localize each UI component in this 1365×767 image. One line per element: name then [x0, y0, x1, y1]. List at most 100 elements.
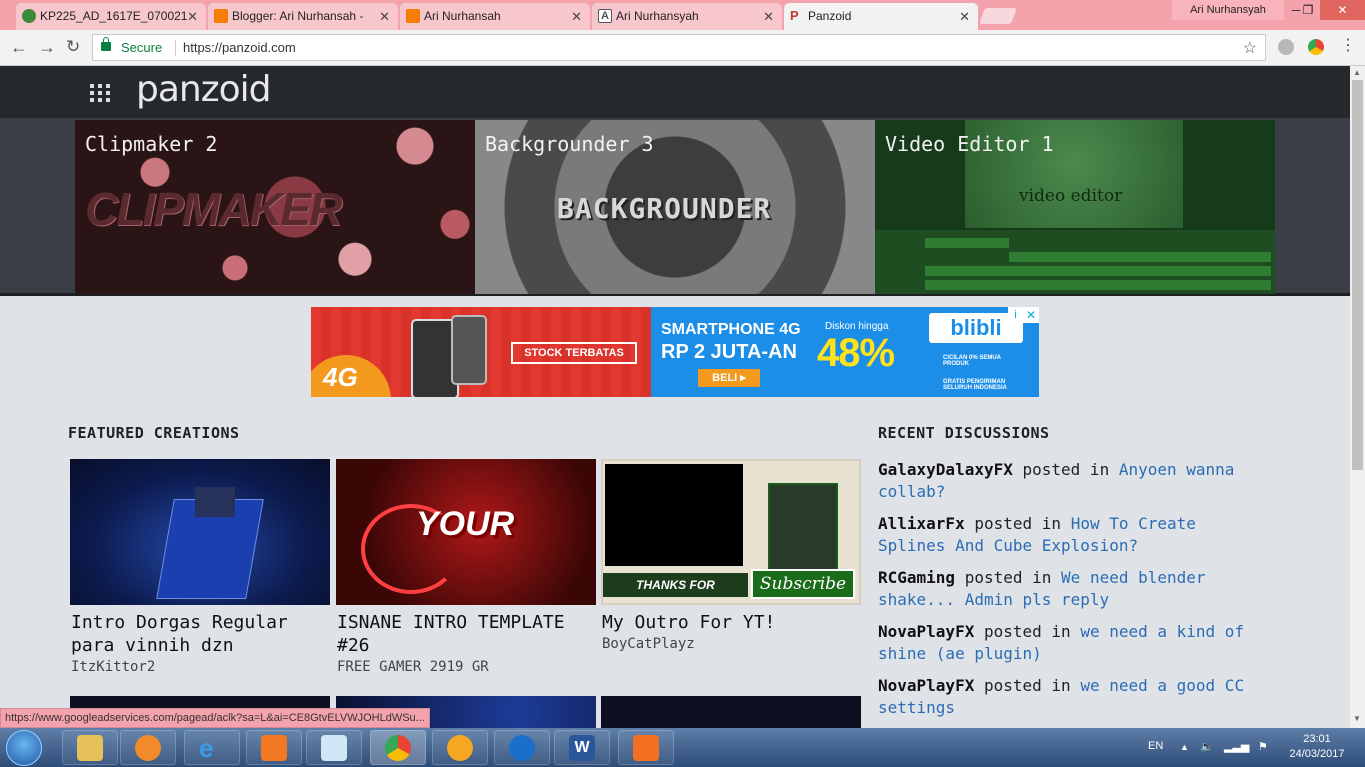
language-indicator[interactable]: EN	[1148, 740, 1163, 752]
notepad-icon	[321, 735, 347, 761]
clipmaker-art-text: CLIPMAKER	[85, 183, 342, 235]
taskbar-app-pdf[interactable]	[618, 730, 674, 765]
ad-discount-value: 48%	[817, 331, 895, 375]
taskbar-app-internet-explorer[interactable]: e	[184, 730, 240, 765]
ad-feature: GRATIS PENGIRIMAN SELURUH INDONESIA	[943, 379, 1008, 391]
creation-thumbnail[interactable]: THANKS FOR WATCHING! Subscribe	[601, 459, 861, 605]
discussions-heading: RECENT DISCUSSIONS	[878, 424, 1050, 442]
taskbar-app-word[interactable]: W	[554, 730, 610, 765]
thumbnail-video-area	[605, 464, 743, 566]
new-tab-button[interactable]	[979, 8, 1017, 24]
media-player-icon	[135, 735, 161, 761]
taskbar-app-notepad[interactable]	[306, 730, 362, 765]
close-tab-icon[interactable]: ✕	[571, 3, 582, 30]
creation-title[interactable]: ISNANE INTRO TEMPLATE #26	[337, 611, 595, 657]
ad-close-icon[interactable]: ✕	[1023, 307, 1039, 323]
panzoid-favicon-icon: P	[790, 8, 799, 23]
ad-phone-image	[451, 315, 487, 385]
chrome-extension-icon[interactable]	[1308, 39, 1324, 55]
taskbar-app-xampp[interactable]	[246, 730, 302, 765]
start-button[interactable]	[6, 730, 42, 766]
creation-author[interactable]: FREE GAMER 2919 GR	[337, 659, 489, 675]
posted-in-label: posted in	[1022, 460, 1110, 479]
creation-author[interactable]: ItzKittor2	[71, 659, 155, 675]
creation-title[interactable]: Intro Dorgas Regular para vinnih dzn	[71, 611, 329, 657]
creation-thumbnail[interactable]	[70, 459, 330, 605]
extension-icon[interactable]	[1278, 39, 1294, 55]
browser-tab[interactable]: A Ari Nurhansyah ✕	[592, 3, 782, 30]
timeline-track	[925, 266, 1271, 276]
discussion-user[interactable]: RCGaming	[878, 568, 955, 587]
taskbar-app-ccleaner[interactable]	[494, 730, 550, 765]
ad-buy-button[interactable]: BELI ▸	[698, 369, 760, 387]
internet-explorer-icon: e	[199, 733, 214, 763]
bookmark-star-icon[interactable]: ☆	[1243, 38, 1257, 58]
browser-tab[interactable]: Ari Nurhansah ✕	[400, 3, 590, 30]
restore-icon[interactable]: ❐	[1298, 0, 1318, 20]
browser-tab[interactable]: Blogger: Ari Nurhansah - ✕	[208, 3, 398, 30]
close-tab-icon[interactable]: ✕	[187, 3, 198, 30]
scroll-down-icon[interactable]: ▼	[1353, 714, 1361, 723]
discussion-user[interactable]: AllixarFx	[878, 514, 965, 533]
taskbar-app-media-player[interactable]	[120, 730, 176, 765]
clipmaker-tile[interactable]: CLIPMAKER Clipmaker 2	[75, 120, 475, 294]
timeline-track	[925, 238, 1009, 248]
show-hidden-icons-icon[interactable]: ▲	[1180, 742, 1189, 752]
taskbar-app-file-explorer[interactable]	[62, 730, 118, 765]
video-editor-tile[interactable]: video editor Video Editor 1	[875, 120, 1275, 294]
discussion-item: AllixarFx posted in How To Create Spline…	[878, 513, 1258, 557]
clock-time: 23:01	[1303, 733, 1331, 745]
backgrounder-tile[interactable]: BACKGROUNDER Backgrounder 3	[475, 120, 875, 294]
network-icon[interactable]: ▂▃▅	[1224, 740, 1249, 753]
scroll-up-icon[interactable]: ▲	[1353, 68, 1361, 77]
ad-headline-price: RP 2 JUTA-AN	[661, 341, 797, 363]
discussion-item: NovaPlayFX posted in we need a good CC s…	[878, 675, 1258, 719]
url-text[interactable]: https://panzoid.com	[183, 40, 296, 55]
browser-tab[interactable]: KP225_AD_1617E_070021 ✕	[16, 3, 206, 30]
ad-stock-label: STOCK TERBATAS	[511, 342, 637, 364]
volume-icon[interactable]: 🔈	[1200, 740, 1214, 753]
apps-grid-icon[interactable]	[90, 84, 110, 102]
ad-4g-label: 4G	[323, 362, 358, 392]
windows-taskbar: e W EN ▲ 🔈 ▂▃▅ ⚑ 23:01 24/03/2017	[0, 728, 1365, 767]
creation-thumbnail-peek[interactable]	[601, 696, 861, 728]
tab-title: Blogger: Ari Nurhansah -	[232, 9, 364, 23]
ad-banner[interactable]: 4G STOCK TERBATAS SMARTPHONE 4G RP 2 JUT…	[311, 307, 1039, 397]
creation-title[interactable]: My Outro For YT!	[602, 611, 860, 634]
video-editor-art-text: video editor	[1019, 186, 1123, 206]
site-header: panzoid	[0, 66, 1350, 118]
profile-button[interactable]: Ari Nurhansyah	[1172, 0, 1284, 20]
close-tab-icon[interactable]: ✕	[763, 3, 774, 30]
discussion-user[interactable]: NovaPlayFX	[878, 622, 974, 641]
reload-icon[interactable]: ↻	[66, 37, 80, 57]
system-clock[interactable]: 23:01 24/03/2017	[1282, 732, 1352, 762]
discussion-item: NovaPlayFX posted in we need a kind of s…	[878, 621, 1258, 665]
status-bar-link: https://www.googleadservices.com/pagead/…	[0, 708, 430, 728]
timeline-track	[925, 280, 1271, 290]
page-scrollbar[interactable]: ▲ ▼	[1350, 66, 1365, 728]
creation-thumbnail[interactable]: YOUR	[336, 459, 596, 605]
word-icon: W	[569, 735, 595, 761]
ad-info-icon[interactable]: i	[1008, 307, 1023, 323]
secure-label: Secure	[121, 40, 163, 55]
discussion-user[interactable]: NovaPlayFX	[878, 676, 974, 695]
back-icon[interactable]: ←	[10, 37, 28, 58]
forward-icon[interactable]: →	[38, 37, 56, 58]
site-logo[interactable]: panzoid	[136, 69, 272, 110]
creation-author[interactable]: BoyCatPlayz	[602, 636, 695, 652]
action-center-icon[interactable]: ⚑	[1258, 740, 1268, 753]
close-tab-icon[interactable]: ✕	[379, 3, 390, 30]
discussion-item: GalaxyDalaxyFX posted in Anyoen wanna co…	[878, 459, 1258, 503]
browser-tab-bar: KP225_AD_1617E_070021 ✕ Blogger: Ari Nur…	[0, 0, 1365, 30]
address-bar[interactable]: Secure https://panzoid.com ☆	[92, 34, 1266, 61]
thumbnail-character	[768, 483, 838, 583]
close-window-icon[interactable]: ✕	[1320, 0, 1365, 20]
scrollbar-thumb[interactable]	[1352, 80, 1363, 470]
close-tab-icon[interactable]: ✕	[959, 3, 970, 30]
browser-tab-active[interactable]: P Panzoid ✕	[784, 3, 978, 30]
taskbar-app-chrome[interactable]	[370, 730, 426, 765]
pdf-icon	[633, 735, 659, 761]
discussion-user[interactable]: GalaxyDalaxyFX	[878, 460, 1013, 479]
menu-icon[interactable]: ⋮	[1340, 35, 1356, 55]
taskbar-app-vlc[interactable]	[432, 730, 488, 765]
